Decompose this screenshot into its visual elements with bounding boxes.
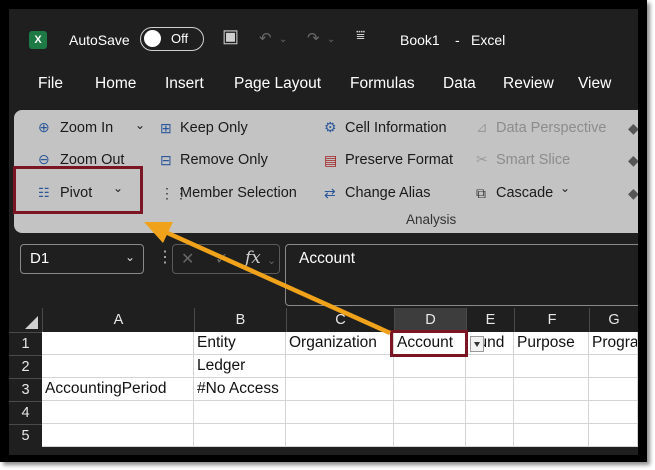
excel-window: X AutoSave Off ▣ ↶ ⌄ ↷ ⌄ ⩸ Book1 - Excel…: [9, 9, 638, 455]
annotation-arrow: [144, 222, 391, 336]
screenshot-frame: X AutoSave Off ▣ ↶ ⌄ ↷ ⌄ ⩸ Book1 - Excel…: [0, 0, 647, 462]
arrow-shaft: [160, 227, 391, 336]
